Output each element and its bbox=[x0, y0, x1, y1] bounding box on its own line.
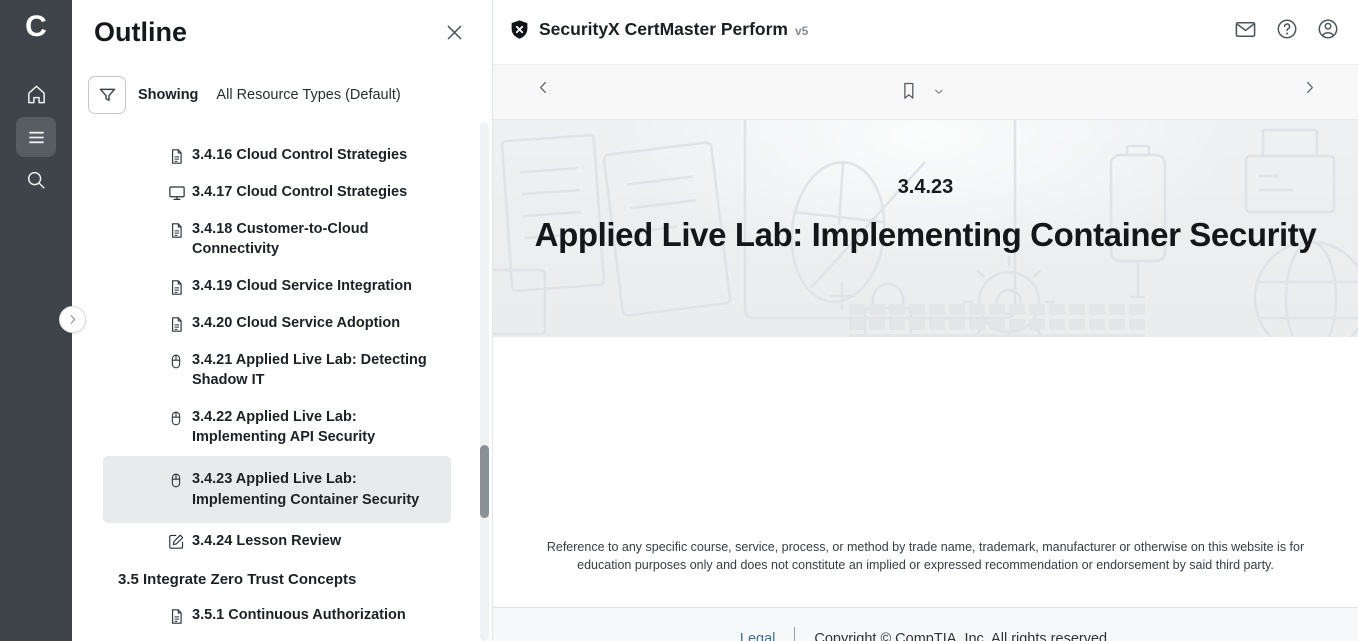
outline-item[interactable]: 3.4.19 Cloud Service Integration bbox=[103, 268, 451, 305]
edit-icon bbox=[168, 533, 185, 550]
filter-button[interactable] bbox=[88, 76, 126, 114]
outline-item[interactable]: 3.4.21 Applied Live Lab: Detecting Shado… bbox=[103, 342, 451, 399]
home-icon bbox=[25, 83, 48, 106]
outline-item[interactable]: 3.4.18 Customer-to-Cloud Connectivity bbox=[103, 211, 451, 268]
mouse-icon bbox=[168, 352, 185, 371]
messages-button[interactable] bbox=[1234, 18, 1257, 41]
rail-nav bbox=[0, 74, 72, 200]
lesson-number: 3.4.23 bbox=[493, 176, 1358, 199]
document-icon bbox=[168, 147, 185, 166]
lesson-title: Applied Live Lab: Implementing Container… bbox=[493, 216, 1358, 254]
panel-collapse-toggle[interactable] bbox=[59, 306, 86, 333]
monitor-icon bbox=[168, 184, 185, 202]
outline-menu-button[interactable] bbox=[16, 117, 56, 157]
bookmark-controls bbox=[899, 79, 945, 103]
legal-link[interactable]: Legal bbox=[740, 631, 775, 641]
document-icon bbox=[168, 315, 185, 334]
footer-divider bbox=[794, 627, 795, 641]
bookmark-icon bbox=[899, 79, 918, 103]
document-icon bbox=[168, 607, 185, 626]
product-title: SecurityX CertMaster Perform bbox=[539, 19, 788, 40]
outline-item[interactable]: 3.4.24 Lesson Review bbox=[103, 523, 451, 560]
outline-item[interactable]: 3.5.1 Continuous Authorization bbox=[103, 597, 451, 634]
outline-scrollbar-thumb[interactable] bbox=[480, 445, 489, 518]
main-header: SecurityX CertMaster Perform v5 bbox=[493, 0, 1358, 64]
outline-list: 3.4.16 Cloud Control Strategies 3.4.17 C… bbox=[103, 137, 451, 634]
product-brand: SecurityX CertMaster Perform v5 bbox=[509, 19, 808, 40]
outline-item[interactable]: 3.4.17 Cloud Control Strategies bbox=[103, 174, 451, 211]
securityx-shield-icon bbox=[509, 19, 530, 40]
close-outline-button[interactable] bbox=[444, 22, 465, 43]
outline-panel-header: Outline bbox=[72, 0, 492, 48]
outline-item[interactable]: 3.4.20 Cloud Service Adoption bbox=[103, 305, 451, 342]
header-actions bbox=[1234, 18, 1339, 41]
disclaimer-text: Reference to any specific course, servic… bbox=[528, 538, 1323, 574]
lesson-navbar bbox=[493, 64, 1358, 120]
mouse-icon bbox=[168, 471, 185, 490]
comptia-logo: C bbox=[0, 8, 72, 46]
menu-icon bbox=[25, 126, 48, 149]
filter-showing-label: Showing bbox=[138, 87, 198, 103]
chevron-right-icon bbox=[1301, 79, 1318, 96]
close-icon bbox=[444, 22, 465, 43]
main-content: SecurityX CertMaster Perform v5 bbox=[493, 0, 1358, 641]
outline-title: Outline bbox=[94, 17, 187, 48]
mail-icon bbox=[1234, 18, 1257, 41]
filter-value: All Resource Types (Default) bbox=[216, 87, 400, 103]
filter-row: Showing All Resource Types (Default) bbox=[88, 76, 492, 114]
chevron-down-icon bbox=[932, 85, 945, 98]
footer-content: Legal Copyright © CompTIA, Inc. All righ… bbox=[740, 608, 1111, 641]
bookmark-dropdown-button[interactable] bbox=[932, 85, 945, 98]
outline-panel: Outline Showing All Resource Types (Defa… bbox=[72, 0, 493, 641]
document-icon bbox=[168, 278, 185, 297]
account-icon bbox=[1317, 18, 1339, 40]
next-lesson-button[interactable] bbox=[1301, 79, 1318, 96]
product-version: v5 bbox=[795, 24, 808, 38]
outline-item[interactable]: 3.4.16 Cloud Control Strategies bbox=[103, 137, 451, 174]
lesson-title-banner: 3.4.23 Applied Live Lab: Implementing Co… bbox=[493, 120, 1358, 337]
outline-section-header: 3.5 Integrate Zero Trust Concepts bbox=[103, 560, 451, 597]
home-button[interactable] bbox=[16, 74, 56, 114]
filter-icon bbox=[97, 85, 118, 106]
outline-item[interactable]: 3.4.22 Applied Live Lab: Implementing AP… bbox=[103, 399, 451, 456]
copyright-text: Copyright © CompTIA, Inc. All rights res… bbox=[814, 631, 1111, 641]
page-footer: Legal Copyright © CompTIA, Inc. All righ… bbox=[493, 607, 1358, 641]
chevron-right-icon bbox=[66, 313, 79, 326]
document-icon bbox=[168, 221, 185, 240]
account-button[interactable] bbox=[1317, 18, 1339, 40]
mouse-icon bbox=[168, 409, 185, 428]
outline-item-selected[interactable]: 3.4.23 Applied Live Lab: Implementing Co… bbox=[103, 456, 451, 523]
help-icon bbox=[1276, 18, 1298, 40]
search-icon bbox=[25, 169, 47, 191]
outline-scrollbar-track[interactable] bbox=[480, 122, 489, 641]
bookmark-button[interactable] bbox=[899, 79, 918, 103]
help-button[interactable] bbox=[1276, 18, 1298, 40]
search-button[interactable] bbox=[16, 160, 56, 200]
previous-lesson-button[interactable] bbox=[535, 79, 552, 96]
chevron-left-icon bbox=[535, 79, 552, 96]
